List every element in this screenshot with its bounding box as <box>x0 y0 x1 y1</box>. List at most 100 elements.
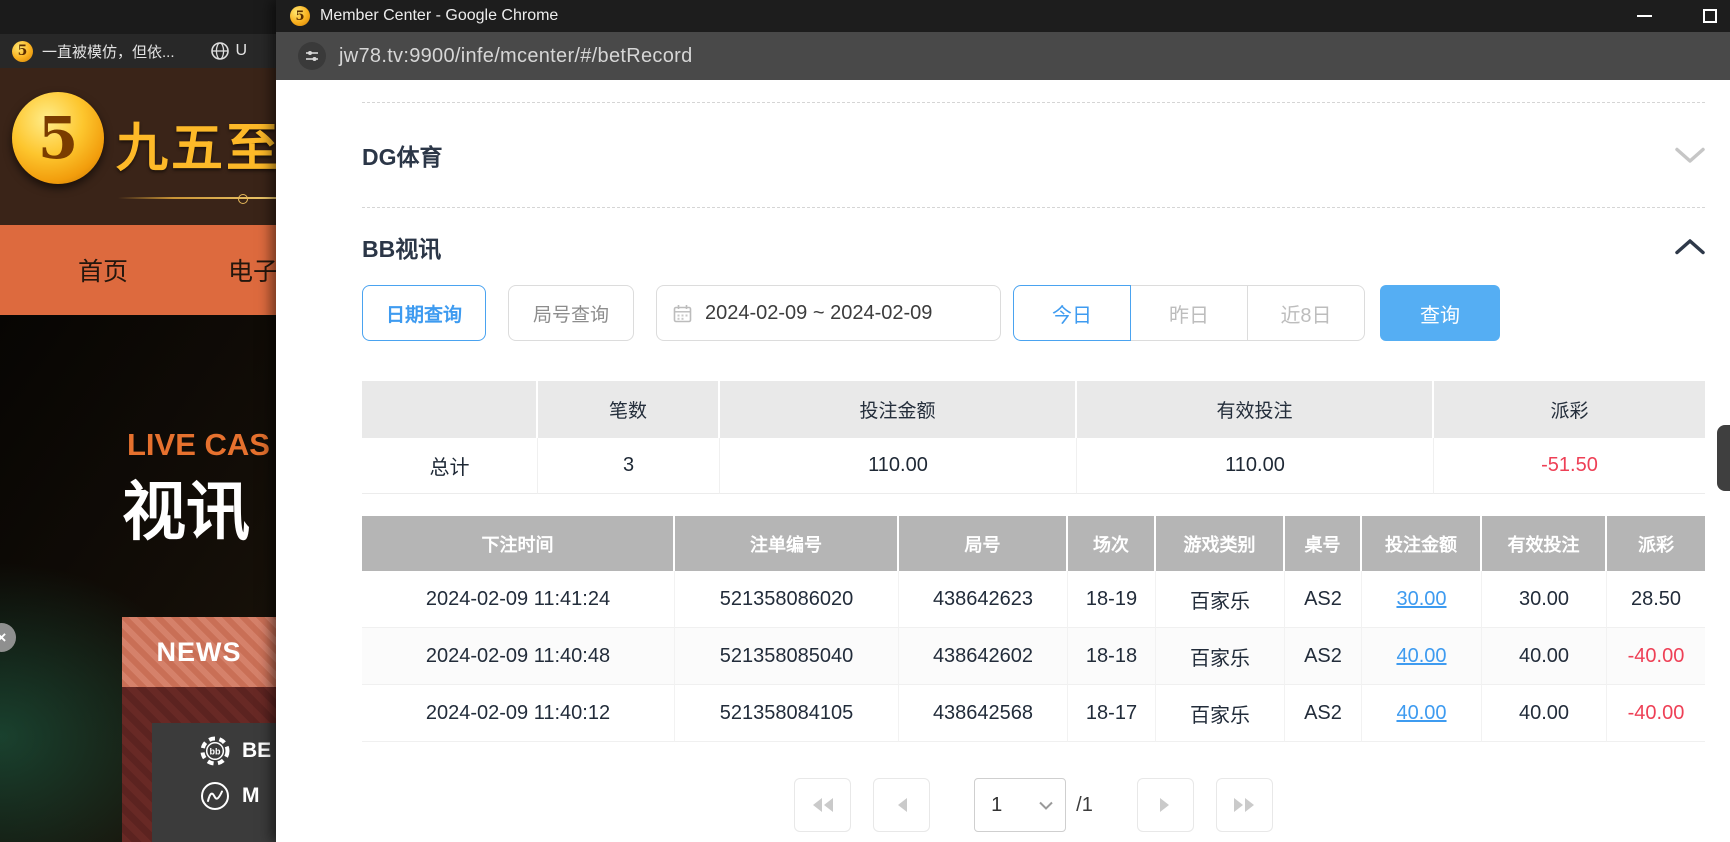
calendar-icon <box>673 304 692 322</box>
background-titlebar <box>0 0 276 34</box>
summary-header-payout: 派彩 <box>1434 381 1705 438</box>
summary-total-count: 3 <box>538 438 720 494</box>
summary-total-bet-amount: 110.00 <box>720 438 1077 494</box>
bet-amount-link[interactable]: 40.00 <box>1396 702 1446 725</box>
summary-header-row: 笔数 投注金额 有效投注 派彩 <box>362 381 1705 438</box>
bet-amount-link[interactable]: 40.00 <box>1396 645 1446 668</box>
section-dg-sports[interactable]: DG体育 <box>362 103 1705 207</box>
pagination: 1 /1 <box>362 778 1705 832</box>
menu-item-bb[interactable]: bb BE <box>200 736 276 766</box>
first-page-button[interactable] <box>794 778 852 832</box>
cell-session: 18-19 <box>1068 571 1156 628</box>
double-left-arrow-icon <box>812 798 833 812</box>
cell-valid-bet: 30.00 <box>1482 571 1607 628</box>
summary-table: 笔数 投注金额 有效投注 派彩 总计 3 110.00 110.00 -51.5… <box>362 381 1705 494</box>
section-title-bb: BB视讯 <box>362 235 442 262</box>
window-titlebar: 5 Member Center - Google Chrome <box>276 0 1730 32</box>
next-page-button[interactable] <box>1136 778 1194 832</box>
brand-flourish <box>118 194 276 204</box>
cell-payout: -40.00 <box>1607 628 1705 685</box>
date-range-picker[interactable]: 2024-02-09 ~ 2024-02-09 <box>656 285 1001 341</box>
left-arrow-icon <box>897 798 907 812</box>
cell-game-type: 百家乐 <box>1156 685 1285 742</box>
address-bar[interactable]: jw78.tv:9900/infe/mcenter/#/betRecord <box>276 32 1730 80</box>
cell-round-no: 438642602 <box>899 628 1068 685</box>
nav-item-games[interactable]: 电子 <box>228 252 276 288</box>
chevron-up-icon[interactable] <box>1675 238 1705 255</box>
summary-total-label: 总计 <box>362 438 538 494</box>
cell-valid-bet: 40.00 <box>1482 628 1607 685</box>
summary-header-bet-amount: 投注金额 <box>720 381 1077 438</box>
site-logo-icon: 5 <box>12 40 33 62</box>
chevron-down-icon[interactable] <box>1675 147 1705 164</box>
date-query-tab[interactable]: 日期查询 <box>362 285 486 341</box>
banner-shixun-text: 视讯 <box>122 476 250 548</box>
summary-total-row: 总计 3 110.00 110.00 -51.50 <box>362 438 1705 494</box>
url-text[interactable]: jw78.tv:9900/infe/mcenter/#/betRecord <box>339 45 693 68</box>
filter-toolbar: 日期查询 局号查询 2024-02-09 ~ 2024-02-09 今日 昨日 … <box>362 285 1705 341</box>
col-bet-time: 下注时间 <box>362 516 675 571</box>
cell-ticket-no: 521358084105 <box>675 685 899 742</box>
menu-item-mg-label: M <box>242 784 260 807</box>
col-ticket-no: 注单编号 <box>675 516 899 571</box>
double-right-arrow-icon <box>1234 798 1255 812</box>
quick-range-group: 今日 昨日 近8日 <box>1013 285 1365 341</box>
browser-tab[interactable]: 一直被模仿，但依... <box>42 41 175 62</box>
menu-item-mg[interactable]: M <box>200 781 276 811</box>
table-row: 2024-02-09 11:41:24 521358086020 4386426… <box>362 571 1705 628</box>
minimize-button[interactable] <box>1624 0 1664 32</box>
section-bb-live[interactable]: BB视讯 <box>362 208 1705 285</box>
globe-icon <box>210 42 229 60</box>
prev-page-button[interactable] <box>873 778 931 832</box>
summary-header-blank <box>362 381 538 438</box>
cell-session: 18-17 <box>1068 685 1156 742</box>
bet-records-table: 下注时间 注单编号 局号 场次 游戏类别 桌号 投注金额 有效投注 派彩 202… <box>362 516 1705 742</box>
site-header: 5 九五至尊 <box>0 68 276 225</box>
close-icon[interactable]: × <box>0 623 16 652</box>
date-range-value: 2024-02-09 ~ 2024-02-09 <box>705 301 933 324</box>
cell-payout: 28.50 <box>1607 571 1705 628</box>
page-select-value: 1 <box>991 793 1003 816</box>
cell-valid-bet: 40.00 <box>1482 685 1607 742</box>
screen: 5 一直被模仿，但依... U 5 九五至尊 首页 电子 LIVE CAS 视讯… <box>0 0 1730 842</box>
maximize-button[interactable] <box>1690 0 1730 32</box>
cell-session: 18-18 <box>1068 628 1156 685</box>
background-window: 5 一直被模仿，但依... U 5 九五至尊 首页 电子 LIVE CAS 视讯… <box>0 0 276 842</box>
nav-item-home[interactable]: 首页 <box>78 252 128 288</box>
scrollbar-thumb[interactable] <box>1717 425 1730 491</box>
cell-game-type: 百家乐 <box>1156 571 1285 628</box>
svg-text:bb: bb <box>210 747 221 757</box>
summary-total-payout: -51.50 <box>1434 438 1705 494</box>
bet-record-page: DG体育 BB视讯 日期查询 局号查询 2024-02-09 ~ 2024-02… <box>276 102 1730 832</box>
col-game-type: 游戏类别 <box>1156 516 1285 571</box>
browser-tab-2[interactable]: U <box>210 41 247 61</box>
cell-bet-time: 2024-02-09 11:40:12 <box>362 685 675 742</box>
search-button[interactable]: 查询 <box>1380 285 1500 341</box>
cell-bet-time: 2024-02-09 11:41:24 <box>362 571 675 628</box>
page-select[interactable]: 1 <box>974 778 1067 832</box>
brand-logo-icon: 5 <box>12 92 104 184</box>
quick-range-last8[interactable]: 近8日 <box>1247 285 1365 341</box>
favicon-icon: 5 <box>290 6 310 26</box>
last-page-button[interactable] <box>1215 778 1273 832</box>
cell-round-no: 438642568 <box>899 685 1068 742</box>
round-query-tab[interactable]: 局号查询 <box>508 285 634 341</box>
cell-table-no: AS2 <box>1285 571 1362 628</box>
quick-range-today[interactable]: 今日 <box>1013 285 1131 341</box>
summary-header-valid-bet: 有效投注 <box>1077 381 1434 438</box>
brand-name: 九五至尊 <box>116 120 276 178</box>
col-bet-amount: 投注金额 <box>1362 516 1482 571</box>
quick-range-yesterday[interactable]: 昨日 <box>1130 285 1248 341</box>
cell-ticket-no: 521358085040 <box>675 628 899 685</box>
summary-total-valid-bet: 110.00 <box>1077 438 1434 494</box>
right-arrow-icon <box>1160 798 1170 812</box>
window-title: Member Center - Google Chrome <box>320 7 559 24</box>
banner-live-casino-text: LIVE CAS <box>127 427 270 462</box>
bet-amount-link[interactable]: 30.00 <box>1396 588 1446 611</box>
cell-payout: -40.00 <box>1607 685 1705 742</box>
site-nav: 首页 电子 <box>0 225 276 315</box>
section-title-dg: DG体育 <box>362 144 443 170</box>
maximize-icon <box>1703 9 1717 23</box>
site-settings-button[interactable] <box>298 42 326 70</box>
minimize-icon <box>1636 15 1652 17</box>
